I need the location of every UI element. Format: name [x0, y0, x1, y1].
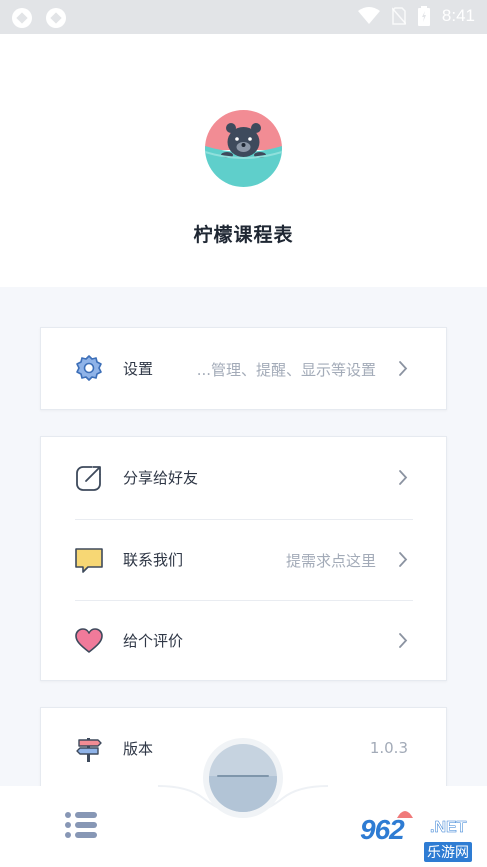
- settings-hint: ...管理、提醒、显示等设置: [196, 361, 376, 379]
- profile-header: 柠檬课程表: [0, 34, 487, 287]
- actions-card: 分享给好友 联系我们 提需求点这里 给个评价: [40, 436, 447, 681]
- chevron-right-icon: [399, 361, 408, 376]
- contact-row[interactable]: 联系我们 提需求点这里: [41, 519, 446, 600]
- version-label: 版本: [123, 740, 154, 758]
- heart-icon: [75, 628, 103, 653]
- watermark-brand: 962: [360, 814, 405, 845]
- fab-line: [217, 775, 269, 777]
- no-sim-icon: [391, 7, 406, 25]
- list-icon[interactable]: [64, 809, 98, 841]
- wifi-icon: [357, 7, 380, 24]
- rate-row[interactable]: 给个评价: [41, 600, 446, 681]
- signpost-icon: [76, 738, 102, 762]
- gear-icon: [76, 355, 102, 381]
- rate-label: 给个评价: [123, 632, 184, 650]
- status-bar: 8:41: [0, 0, 487, 34]
- notification-icon: [46, 8, 66, 28]
- contact-label: 联系我们: [123, 551, 184, 569]
- version-value: 1.0.3: [369, 739, 408, 757]
- notification-icon: [12, 8, 32, 28]
- chevron-right-icon: [399, 633, 408, 648]
- settings-card: 设置 ...管理、提醒、显示等设置: [40, 327, 447, 410]
- settings-row[interactable]: 设置 ...管理、提醒、显示等设置: [41, 328, 446, 409]
- watermark-cn: 乐游网: [424, 842, 472, 862]
- app-logo: [205, 110, 282, 187]
- app-name: 柠檬课程表: [193, 224, 294, 246]
- chat-bubble-icon: [75, 548, 103, 573]
- settings-label: 设置: [123, 360, 154, 378]
- share-row[interactable]: 分享给好友: [41, 437, 446, 518]
- watermark-suffix: .NET: [430, 819, 467, 837]
- center-action-button[interactable]: [209, 744, 277, 812]
- status-time: 8:41: [441, 6, 475, 25]
- chevron-right-icon: [399, 470, 408, 485]
- contact-hint: 提需求点这里: [285, 552, 376, 570]
- share-icon: [76, 464, 104, 491]
- battery-icon: [417, 6, 430, 26]
- chevron-right-icon: [399, 552, 408, 567]
- share-label: 分享给好友: [123, 469, 199, 487]
